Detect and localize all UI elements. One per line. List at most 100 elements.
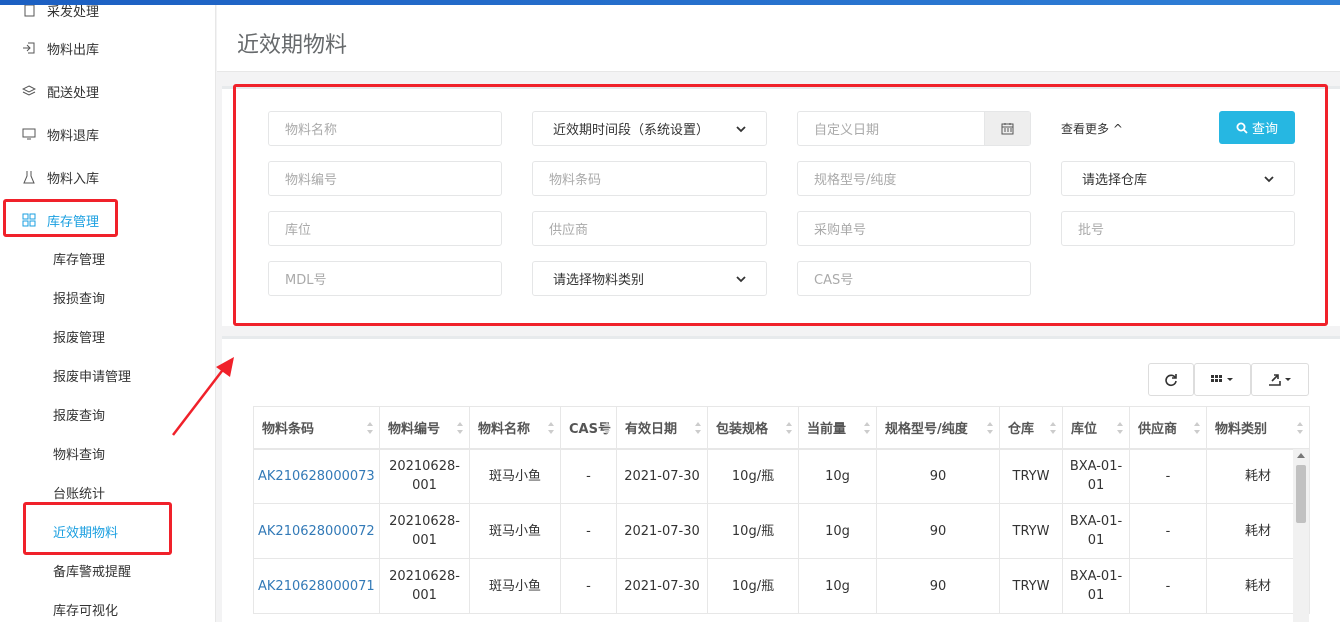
sidebar-item-inbound[interactable]: 物料入库 <box>22 166 99 188</box>
table-cell: TRYW <box>999 558 1063 614</box>
table-cell: - <box>560 558 617 614</box>
table-cell: 10g/瓶 <box>707 503 799 559</box>
table-cell: - <box>1129 558 1207 614</box>
scroll-thumb[interactable] <box>1296 465 1306 523</box>
column-header-label: 当前量 <box>807 421 847 437</box>
calendar-icon[interactable] <box>984 112 1030 145</box>
column-header[interactable]: 当前量 <box>798 406 877 450</box>
sort-icon[interactable] <box>603 421 611 435</box>
sort-icon[interactable] <box>1116 421 1124 435</box>
batch-input[interactable]: 批号 <box>1061 211 1295 246</box>
spec-input[interactable]: 规格型号/纯度 <box>797 161 1031 196</box>
column-header[interactable]: 仓库 <box>999 406 1063 450</box>
column-header[interactable]: 物料类别 <box>1206 406 1310 450</box>
material-name-input[interactable]: 物料名称 <box>268 111 502 146</box>
sort-icon[interactable] <box>547 421 555 435</box>
table-cell: 10g <box>798 558 877 614</box>
column-header[interactable]: CAS号 <box>560 406 617 450</box>
table-cell: 2021-07-30 <box>616 503 708 559</box>
column-header[interactable]: 有效日期 <box>616 406 708 450</box>
submenu-near-expiry[interactable]: 近效期物料 <box>53 524 118 544</box>
table-row[interactable]: AK210628000072 20210628-001 斑马小鱼 -2021-07-3… <box>253 503 1310 559</box>
table-cell: 2021-07-30 <box>616 558 708 614</box>
sidebar-item-label: 库存管理 <box>47 214 100 230</box>
warehouse-select[interactable]: 请选择仓库 <box>1061 161 1295 196</box>
submenu-damage-query[interactable]: 报损查询 <box>53 290 105 310</box>
submenu-scrap-query[interactable]: 报废查询 <box>53 407 105 427</box>
sidebar-item-label: 采发处理 <box>47 5 100 20</box>
column-header[interactable]: 包装规格 <box>707 406 799 450</box>
mdl-input[interactable]: MDL号 <box>268 261 502 296</box>
table-cell: TRYW <box>999 503 1063 559</box>
barcode-link[interactable]: AK210628000072 <box>253 503 380 559</box>
submenu-scrap-management[interactable]: 报废管理 <box>53 329 105 349</box>
table-row[interactable]: AK210628000073 20210628-001 斑马小鱼 -2021-07-3… <box>253 448 1310 504</box>
submenu-scrap-request[interactable]: 报废申请管理 <box>53 368 131 388</box>
barcode-link[interactable]: AK210628000071 <box>253 558 380 614</box>
custom-date-placeholder: 自定义日期 <box>814 123 880 138</box>
expiry-period-select[interactable]: 近效期时间段（系统设置） <box>532 111 767 146</box>
table-cell: 2021-07-30 <box>616 448 708 504</box>
sidebar-item-procurement[interactable]: 采发处理 <box>22 5 99 21</box>
sort-icon[interactable] <box>1049 421 1057 435</box>
sort-icon[interactable] <box>366 421 374 435</box>
sidebar-item-label: 配送处理 <box>47 85 100 101</box>
supplier-input[interactable]: 供应商 <box>532 211 767 246</box>
submenu-stock-visualization[interactable]: 库存可视化 <box>53 602 118 622</box>
submenu-stock-alert[interactable]: 备库警戒提醒 <box>53 563 131 583</box>
submenu-material-query[interactable]: 物料查询 <box>53 446 105 466</box>
purchase-no-input[interactable]: 采购单号 <box>797 211 1031 246</box>
results-table: 物料条码 物料编号 物料名称 CAS号 有效日期 包装规格 当前量 规格型号/纯度 仓库 库位 供应… <box>253 406 1310 614</box>
table-cell: TRYW <box>999 448 1063 504</box>
location-input[interactable]: 库位 <box>268 211 502 246</box>
column-header[interactable]: 物料名称 <box>469 406 561 450</box>
column-header[interactable]: 物料条码 <box>253 406 380 450</box>
column-header[interactable]: 供应商 <box>1129 406 1207 450</box>
search-icon <box>1236 122 1248 134</box>
column-header-label: 供应商 <box>1138 421 1178 437</box>
column-header[interactable]: 规格型号/纯度 <box>876 406 1000 450</box>
submenu-inventory-management[interactable]: 库存管理 <box>53 251 105 271</box>
sort-icon[interactable] <box>1193 421 1201 435</box>
table-cell: 10g/瓶 <box>707 448 799 504</box>
sidebar-item-return[interactable]: 物料退库 <box>22 123 99 145</box>
sidebar-item-inventory[interactable]: 库存管理 <box>22 209 99 231</box>
sidebar-item-outbound[interactable]: 物料出库 <box>22 37 99 59</box>
table-row[interactable]: AK210628000071 20210628-001 斑马小鱼 -2021-07-3… <box>253 558 1310 614</box>
category-select[interactable]: 请选择物料类别 <box>532 261 767 296</box>
table-cell: 90 <box>876 448 1000 504</box>
refresh-button[interactable] <box>1148 363 1194 396</box>
sort-icon[interactable] <box>986 421 994 435</box>
scroll-up-arrow[interactable] <box>1297 453 1305 458</box>
column-header-label: 规格型号/纯度 <box>885 421 968 437</box>
table-cell: 20210628-001 <box>379 503 470 559</box>
table-cell: 10g <box>798 448 877 504</box>
barcode-input[interactable]: 物料条码 <box>532 161 767 196</box>
sort-icon[interactable] <box>694 421 702 435</box>
refresh-icon <box>1165 373 1177 386</box>
table-scrollbar[interactable] <box>1293 449 1309 622</box>
show-more-toggle[interactable]: 查看更多 ^ <box>1061 120 1123 137</box>
material-code-input[interactable]: 物料编号 <box>268 161 502 196</box>
query-button[interactable]: 查询 <box>1219 111 1295 144</box>
column-header-label: 物料名称 <box>478 421 531 437</box>
sidebar-item-delivery[interactable]: 配送处理 <box>22 80 99 102</box>
sort-icon[interactable] <box>863 421 871 435</box>
column-header-label: 有效日期 <box>625 421 678 437</box>
grid-icon <box>22 213 36 227</box>
sort-icon[interactable] <box>1296 421 1304 435</box>
columns-button[interactable] <box>1194 363 1251 396</box>
submenu-ledger-stats[interactable]: 台账统计 <box>53 485 105 505</box>
table-cell: 20210628-001 <box>379 448 470 504</box>
column-header-label: 物料编号 <box>388 421 441 437</box>
select-value: 请选择物料类别 <box>553 273 645 288</box>
custom-date-input[interactable]: 自定义日期 <box>797 111 1031 146</box>
barcode-link[interactable]: AK210628000073 <box>253 448 380 504</box>
column-header[interactable]: 物料编号 <box>379 406 470 450</box>
sort-icon[interactable] <box>785 421 793 435</box>
export-button[interactable] <box>1251 363 1309 396</box>
cas-input[interactable]: CAS号 <box>797 261 1031 296</box>
sort-icon[interactable] <box>456 421 464 435</box>
column-header[interactable]: 库位 <box>1062 406 1130 450</box>
sidebar-item-label: 物料退库 <box>47 128 100 144</box>
